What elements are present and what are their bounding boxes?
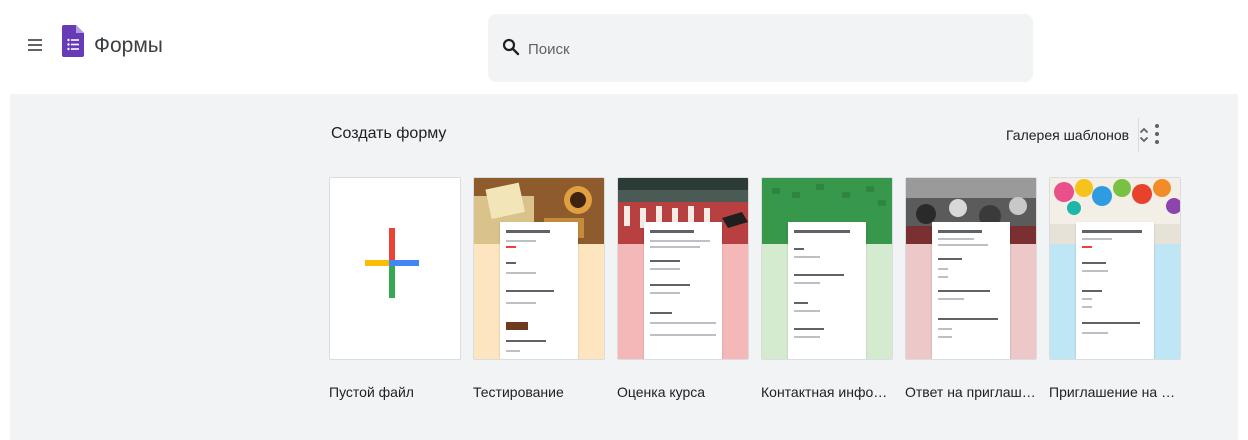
template-name: Оценка курса [617, 384, 706, 400]
create-form-heading: Создать форму [331, 125, 447, 142]
search-input[interactable] [526, 36, 1010, 62]
search-box[interactable] [488, 14, 1033, 82]
toolbar-divider [1138, 118, 1139, 152]
form-preview [932, 222, 1010, 359]
template-thumbnail[interactable] [1049, 177, 1181, 360]
form-preview [788, 222, 866, 359]
template-name: Ответ на приглашение [905, 384, 1037, 400]
template-contact-info[interactable]: Контактная информац... [761, 177, 893, 400]
top-app-bar: Формы [0, 0, 1248, 94]
template-thumbnail[interactable] [617, 177, 749, 360]
search-icon[interactable] [502, 38, 520, 56]
template-gallery-section: Создать форму Галерея шаблонов Пустой фа… [10, 94, 1238, 440]
template-rsvp[interactable]: Ответ на приглашение [905, 177, 1037, 400]
template-name: Пустой файл [329, 384, 414, 400]
template-blank[interactable]: Пустой файл [329, 177, 461, 400]
template-name: Тестирование [473, 384, 564, 400]
template-quiz[interactable]: Тестирование [473, 177, 605, 400]
template-course-evaluation[interactable]: Оценка курса [617, 177, 749, 400]
forms-logo-icon[interactable] [62, 25, 84, 57]
main-menu-button[interactable] [24, 36, 46, 58]
template-thumbnail[interactable] [329, 177, 461, 360]
template-gallery-button[interactable]: Галерея шаблонов [1006, 124, 1149, 146]
template-gallery-label: Галерея шаблонов [1006, 127, 1130, 143]
template-party-invite[interactable]: Приглашение на вече... [1049, 177, 1181, 400]
template-name: Контактная информац... [761, 384, 893, 400]
template-thumbnail[interactable] [761, 177, 893, 360]
form-preview [644, 222, 722, 359]
template-thumbnail[interactable] [473, 177, 605, 360]
template-thumbnail[interactable] [905, 177, 1037, 360]
form-preview [500, 222, 578, 359]
template-name: Приглашение на вече... [1049, 384, 1181, 400]
more-options-button[interactable] [1145, 120, 1169, 150]
plus-icon [365, 228, 419, 298]
app-title: Формы [94, 34, 163, 57]
form-preview [1076, 222, 1154, 359]
